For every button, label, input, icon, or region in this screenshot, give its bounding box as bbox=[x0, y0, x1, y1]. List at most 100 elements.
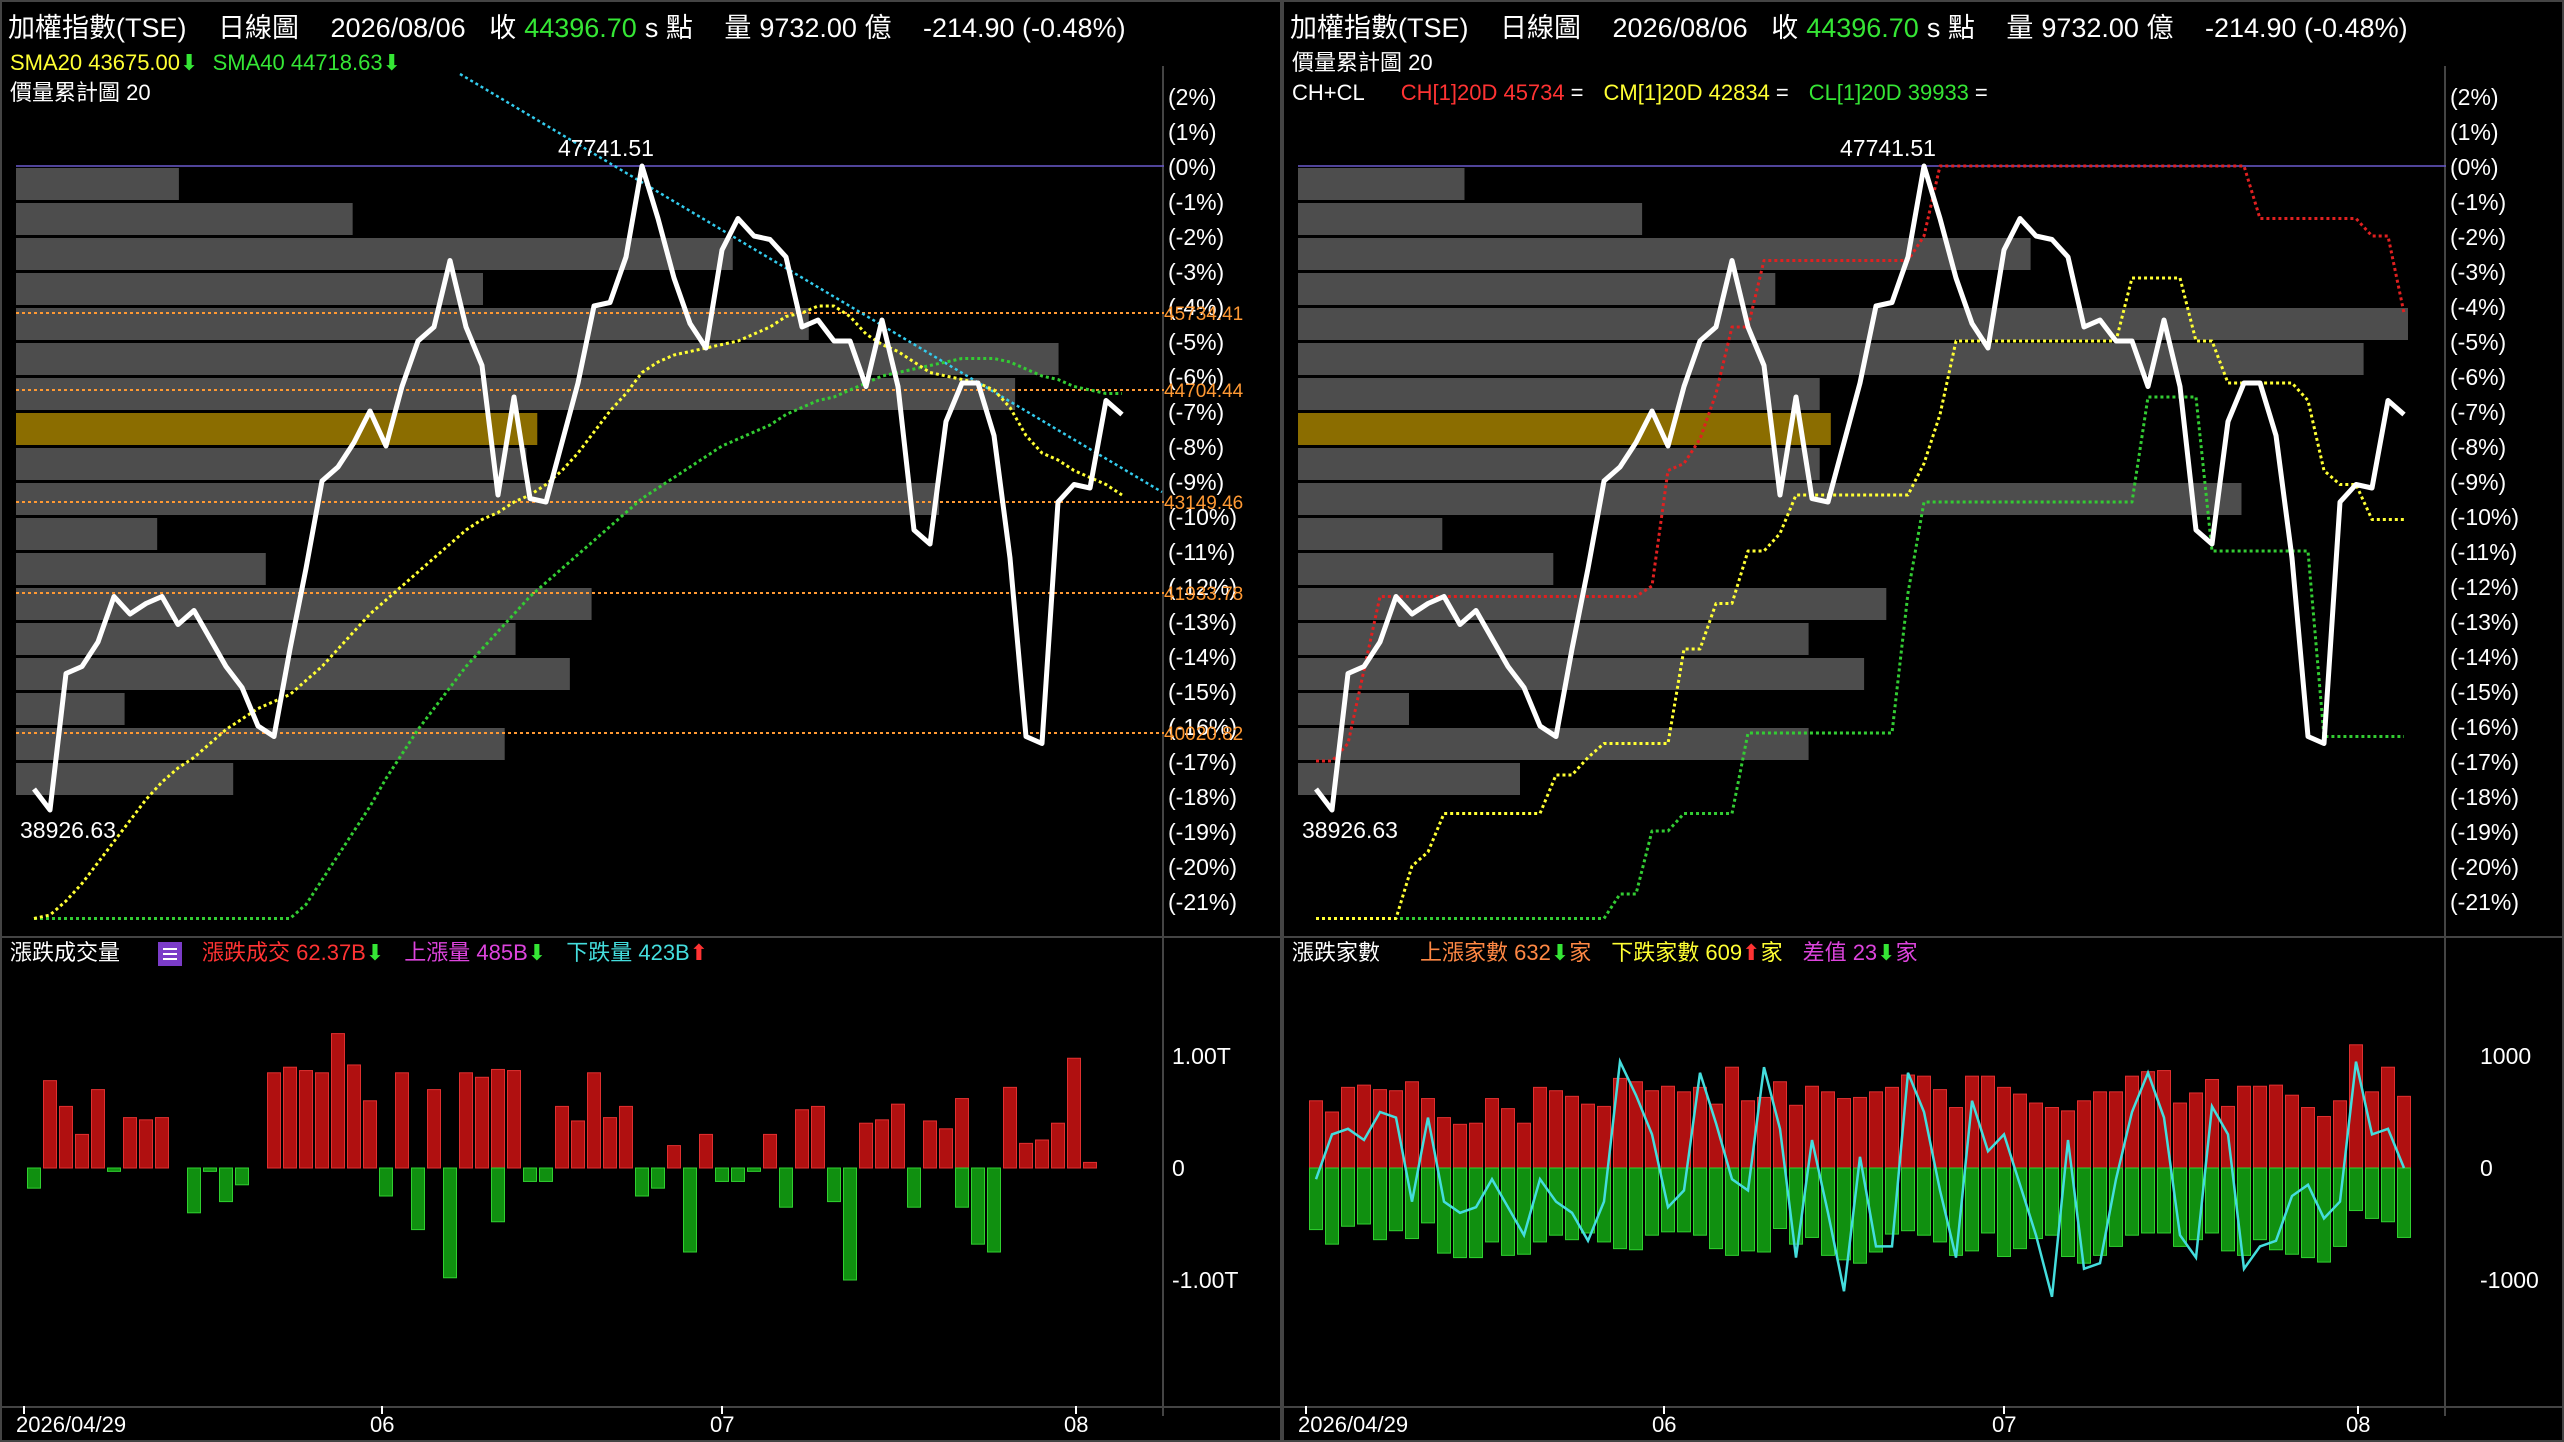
up-bar bbox=[1501, 1108, 1515, 1169]
up-bar bbox=[2045, 1107, 2059, 1169]
down-bar bbox=[715, 1167, 729, 1182]
down-bar bbox=[27, 1167, 41, 1189]
y-tick-label: (-14%) bbox=[1168, 644, 1237, 670]
y-tick-label: (-15%) bbox=[1168, 679, 1237, 705]
panel-divider bbox=[2, 936, 1280, 938]
volume-profile-bar bbox=[16, 273, 483, 305]
low-label: 38926.63 bbox=[20, 817, 116, 843]
down-bar bbox=[1709, 1167, 1723, 1250]
down-bar bbox=[2045, 1167, 2059, 1236]
up-bar bbox=[795, 1109, 809, 1169]
y-tick-label: (-8%) bbox=[2450, 434, 2506, 460]
down-bar bbox=[2365, 1167, 2379, 1219]
up-bar bbox=[1019, 1142, 1033, 1169]
y-tick-label: (-21%) bbox=[1168, 889, 1237, 915]
up-bar bbox=[2013, 1093, 2027, 1169]
y-tick-label: (-3%) bbox=[1168, 259, 1224, 285]
up-bar bbox=[459, 1072, 473, 1169]
up-bar bbox=[2189, 1092, 2203, 1169]
up-bar bbox=[395, 1072, 409, 1169]
down-bar bbox=[187, 1167, 201, 1214]
left-chart-canvas[interactable]: (2%)(1%)(0%)(-1%)(-2%)(-3%)(-4%)(-5%)(-6… bbox=[2, 2, 1282, 1442]
up-bar bbox=[2093, 1091, 2107, 1169]
down-bar bbox=[2253, 1167, 2267, 1241]
up-bar bbox=[315, 1072, 329, 1169]
down-bar bbox=[1629, 1167, 1643, 1251]
y-tick-label: (0%) bbox=[1168, 154, 1217, 180]
up-bar bbox=[2269, 1084, 2283, 1169]
up-bar bbox=[91, 1089, 105, 1169]
down-bar bbox=[2381, 1167, 2395, 1223]
up-bar bbox=[75, 1133, 89, 1169]
right-chart-panel[interactable]: 加權指數(TSE) 日線圖 2026/08/06 收 44396.70 s 點 量9… bbox=[1282, 0, 2564, 1442]
up-bar bbox=[2317, 1115, 2331, 1169]
up-bar bbox=[955, 1098, 969, 1169]
volume-profile-bar bbox=[1298, 553, 1554, 585]
up-bar bbox=[1469, 1122, 1483, 1169]
down-bar bbox=[539, 1167, 553, 1182]
up-bar bbox=[1933, 1089, 1947, 1169]
down-bar bbox=[683, 1167, 697, 1253]
down-bar bbox=[1517, 1167, 1531, 1255]
up-bar bbox=[1997, 1086, 2011, 1169]
up-bar bbox=[347, 1064, 361, 1169]
up-bar bbox=[1725, 1066, 1739, 1169]
down-bar bbox=[1997, 1167, 2011, 1257]
up-bar bbox=[1357, 1084, 1371, 1169]
down-bar bbox=[955, 1167, 969, 1208]
volume-profile-bar bbox=[16, 483, 940, 515]
up-bar bbox=[1325, 1111, 1339, 1169]
lower-y-tick-label: -1.00T bbox=[1172, 1267, 1238, 1293]
down-bar bbox=[2125, 1167, 2139, 1236]
down-bar bbox=[1613, 1167, 1627, 1250]
price-level-label: 44704.44 bbox=[1164, 381, 1244, 402]
up-bar bbox=[267, 1072, 281, 1169]
y-tick-label: (-13%) bbox=[1168, 609, 1237, 635]
x-tick-label: 08 bbox=[2346, 1412, 2370, 1437]
up-bar bbox=[1869, 1091, 1883, 1169]
volume-profile-bar bbox=[16, 168, 179, 200]
left-chart-panel[interactable]: 加權指數(TSE) 日線圖 2026/08/06 收 44396.70 s 點 量9… bbox=[0, 0, 1282, 1442]
y-tick-label: (-14%) bbox=[2450, 644, 2519, 670]
y-tick-label: (-2%) bbox=[1168, 224, 1224, 250]
lower-y-tick-label: 0 bbox=[2480, 1155, 2493, 1181]
right-chart-canvas[interactable]: (2%) (1%) (0%) (-1%) (-2%) (-3%) (-4%) (-5%) (-6… bbox=[1284, 2, 2564, 1442]
down-bar bbox=[2237, 1167, 2251, 1256]
up-bar bbox=[283, 1066, 297, 1169]
y-tick-label: (-11%) bbox=[2450, 539, 2517, 565]
y-tick-label: (-17%) bbox=[1168, 749, 1237, 775]
volume-profile-bar bbox=[1298, 308, 2408, 340]
volume-profile-bar bbox=[1298, 448, 1820, 480]
volume-profile-bar bbox=[1298, 763, 1520, 795]
down-bar bbox=[1693, 1167, 1707, 1236]
down-bar bbox=[1373, 1167, 1387, 1241]
volume-profile-bar bbox=[1298, 483, 2242, 515]
up-bar bbox=[1437, 1117, 1451, 1169]
down-bar bbox=[987, 1167, 1001, 1253]
x-tick-label: 2026/04/29 bbox=[1298, 1412, 1408, 1437]
volume-profile-bar bbox=[16, 658, 570, 690]
down-bar bbox=[1757, 1167, 1771, 1253]
up-bar bbox=[2173, 1102, 2187, 1169]
y-tick-label: (2%) bbox=[1168, 84, 1217, 110]
down-bar bbox=[747, 1167, 761, 1172]
x-tick-label: 07 bbox=[710, 1412, 734, 1437]
up-bar bbox=[1837, 1098, 1851, 1169]
price-level-label: 43149.46 bbox=[1164, 493, 1243, 514]
volume-profile-bar bbox=[1298, 168, 1465, 200]
up-bar bbox=[2125, 1075, 2139, 1169]
down-bar bbox=[2205, 1167, 2219, 1234]
y-tick-label: (-19%) bbox=[2450, 819, 2519, 845]
up-bar bbox=[1517, 1122, 1531, 1169]
up-bar bbox=[139, 1119, 153, 1169]
down-bar bbox=[235, 1167, 249, 1186]
price-level-label: 45734.41 bbox=[1164, 304, 1243, 325]
down-bar bbox=[1661, 1167, 1675, 1233]
lower-y-tick-label: 0 bbox=[1172, 1155, 1185, 1181]
down-bar bbox=[1773, 1167, 1787, 1229]
down-bar bbox=[1597, 1167, 1611, 1243]
volume-profile-bar bbox=[1298, 413, 1831, 445]
y-tick-label: (2%) bbox=[2450, 84, 2499, 110]
down-bar bbox=[1741, 1167, 1755, 1252]
down-bar bbox=[379, 1167, 393, 1197]
